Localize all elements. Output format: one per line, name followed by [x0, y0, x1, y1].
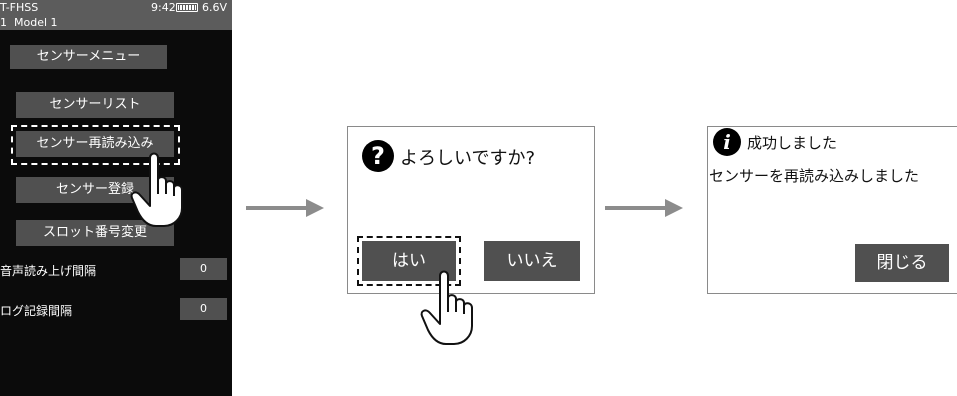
voice-interval-value[interactable]: 0 [180, 258, 227, 280]
model-number: 1 [0, 16, 7, 29]
voice-interval-label: 音声読み上げ間隔 [0, 264, 97, 278]
success-title: 成功しました [747, 134, 838, 152]
log-interval-value[interactable]: 0 [180, 298, 227, 320]
protocol-label: T-FHSS [0, 1, 39, 14]
clock: 9:42 [151, 1, 176, 14]
no-button[interactable]: いいえ [484, 241, 580, 281]
hand-pointer-icon [420, 270, 473, 345]
info-icon: i [713, 128, 741, 156]
question-icon: ? [362, 140, 394, 172]
hand-pointer-icon [130, 152, 183, 227]
log-interval-label: ログ記録間隔 [0, 304, 73, 318]
status-bar: T-FHSS 9:42 6.6V [0, 0, 232, 16]
flow-arrow [246, 206, 308, 210]
arrow-right-icon [665, 199, 683, 217]
model-name: Model 1 [14, 16, 58, 29]
flow-arrow [605, 206, 667, 210]
sensor-list-button[interactable]: センサーリスト [16, 92, 174, 118]
menu-title: センサーメニュー [10, 45, 167, 69]
confirm-title: よろしいですか? [400, 148, 536, 169]
battery-icon [176, 3, 198, 12]
battery-voltage: 6.6V [202, 1, 228, 14]
model-bar: 1 Model 1 [0, 16, 232, 30]
arrow-right-icon [306, 199, 324, 217]
transmitter-screen: T-FHSS 9:42 6.6V 1 Model 1 センサーメニュー センサー… [0, 0, 232, 396]
close-button[interactable]: 閉じる [855, 244, 949, 282]
success-message: センサーを再読み込みしました [709, 167, 920, 185]
